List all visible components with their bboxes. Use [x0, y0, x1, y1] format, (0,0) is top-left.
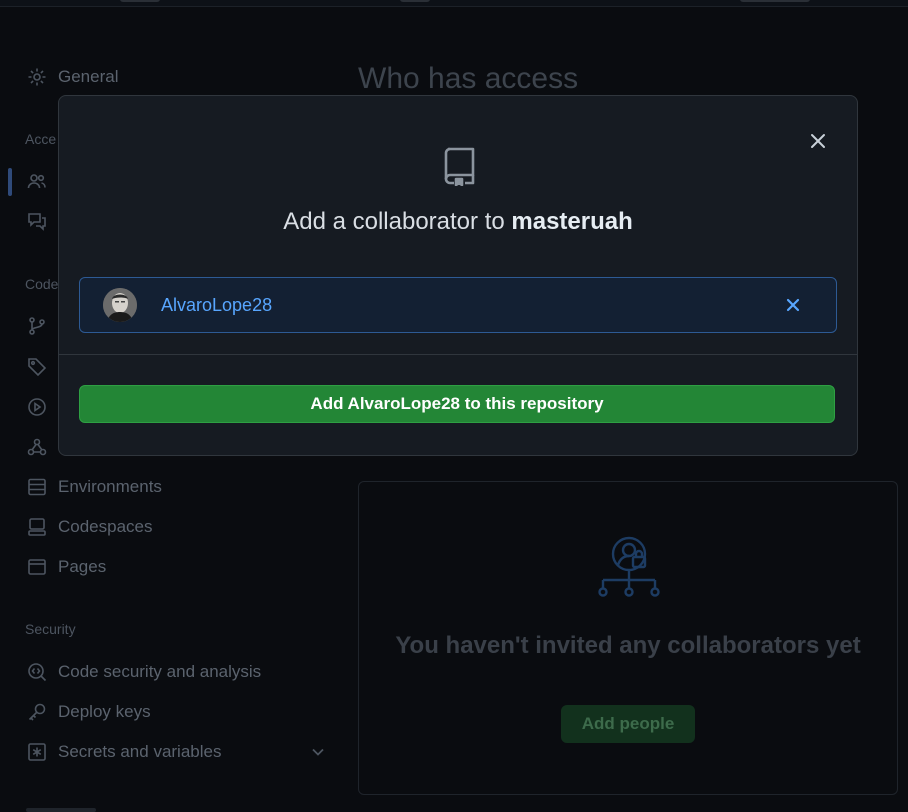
- sidebar-item-label: Environments: [58, 477, 162, 496]
- sidebar-heading-access: Acce: [25, 131, 57, 147]
- codespaces-icon: [26, 516, 48, 538]
- sidebar-item-secrets[interactable]: Secrets and variables: [26, 732, 221, 772]
- add-people-button[interactable]: Add people: [561, 705, 695, 743]
- selected-user-name[interactable]: AlvaroLope28: [161, 295, 272, 316]
- dialog-title-prefix: Add a collaborator to: [283, 208, 512, 235]
- empty-state-box: You haven't invited any collaborators ye…: [358, 481, 898, 795]
- sidebar-item-deploy-keys[interactable]: Deploy keys: [26, 692, 151, 732]
- sidebar-item-label: Codespaces: [58, 517, 153, 536]
- avatar: [103, 288, 137, 322]
- selected-user-chip: AlvaroLope28: [79, 277, 837, 333]
- moderation-icon[interactable]: [27, 211, 49, 233]
- close-icon[interactable]: [807, 130, 829, 152]
- page: General Acce Code Environments Codespace…: [0, 0, 908, 812]
- people-lock-icon: [594, 534, 664, 600]
- page-title: Who has access: [358, 62, 579, 95]
- codescan-icon: [26, 661, 48, 683]
- branch-icon[interactable]: [27, 316, 49, 338]
- remove-user-icon[interactable]: [784, 296, 802, 314]
- sidebar-item-label: General: [58, 67, 119, 86]
- server-icon: [26, 476, 48, 498]
- sidebar-item-code-security[interactable]: Code security and analysis: [26, 652, 261, 692]
- sidebar-heading-security: Security: [25, 621, 76, 637]
- sidebar-item-general[interactable]: General: [26, 57, 118, 97]
- active-indicator: [8, 168, 12, 196]
- sidebar-item-label: Deploy keys: [58, 702, 151, 721]
- empty-state-title: You haven't invited any collaborators ye…: [395, 632, 861, 659]
- repo-name: masteruah: [511, 208, 633, 235]
- actions-icon[interactable]: [27, 397, 49, 419]
- sidebar-item-pages[interactable]: Pages: [26, 547, 106, 587]
- key-icon: [26, 701, 48, 723]
- gear-icon: [26, 66, 48, 88]
- add-collaborator-button[interactable]: Add AlvaroLope28 to this repository: [79, 385, 835, 423]
- chevron-down-icon[interactable]: [310, 744, 326, 760]
- sidebar-item-label: Pages: [58, 557, 107, 576]
- people-icon[interactable]: [27, 171, 49, 193]
- sidebar-item-environments[interactable]: Environments: [26, 467, 162, 507]
- sidebar-item-label: Code security and analysis: [58, 662, 262, 681]
- repo-icon: [442, 146, 476, 187]
- sidebar-item-codespaces[interactable]: Codespaces: [26, 507, 153, 547]
- divider: [59, 354, 857, 355]
- browser-icon: [26, 556, 48, 578]
- sidebar-heading-code: Code: [25, 276, 59, 292]
- dialog-title: Add a collaborator to masteruah: [59, 208, 857, 236]
- webhook-icon[interactable]: [27, 437, 49, 459]
- tag-icon[interactable]: [27, 357, 49, 379]
- add-collaborator-dialog: Add a collaborator to masteruah AlvaroLo…: [58, 95, 858, 456]
- sidebar-item-cutoff: [26, 804, 96, 812]
- top-strip: [0, 0, 908, 7]
- sidebar-item-label: Secrets and variables: [58, 742, 222, 761]
- asterisk-icon: [26, 741, 48, 763]
